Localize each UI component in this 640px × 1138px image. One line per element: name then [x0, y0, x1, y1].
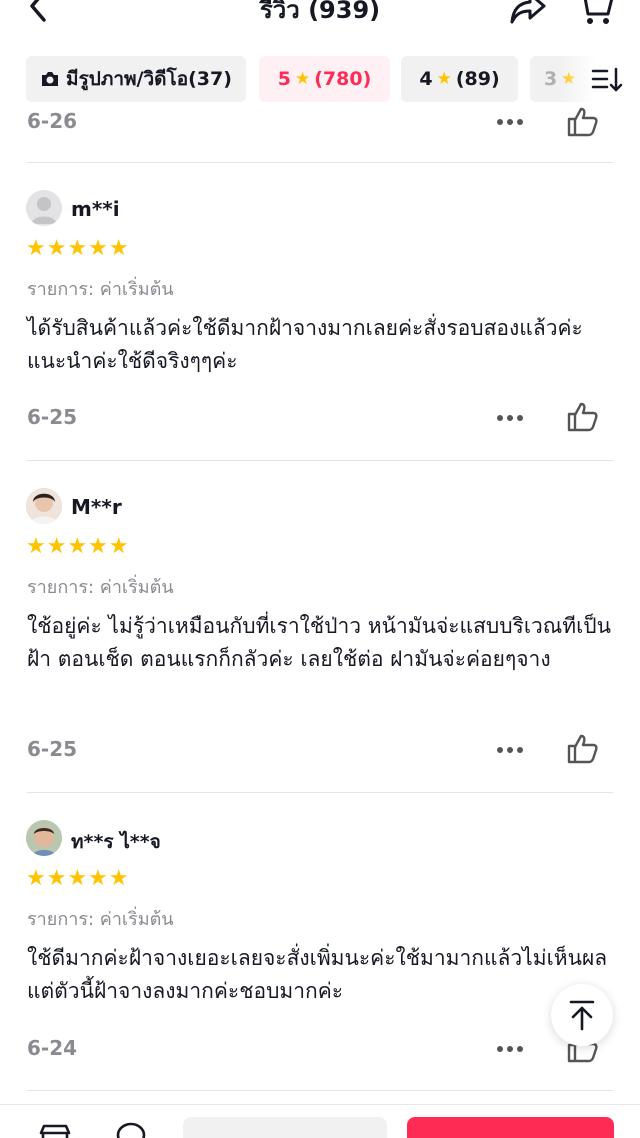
camera-icon [42, 72, 59, 86]
rating-stars: ★★★★★ [26, 534, 130, 559]
sort-icon[interactable] [590, 66, 624, 94]
review-variant: รายการ: ค่าเริ่มต้น [27, 909, 174, 930]
review-date: 6-25 [27, 405, 78, 429]
arrow-up-icon [569, 1000, 595, 1031]
avatar[interactable] [26, 488, 62, 524]
star-icon: ★ [436, 69, 452, 89]
header: รีวิว (939) [0, 0, 640, 30]
share-icon[interactable] [508, 0, 548, 26]
filter-chip-count: (780) [314, 68, 372, 90]
review-list: 6-26 m**i ★★★★★ รายการ: ค่าเริ่มต้น ได้ร… [0, 104, 640, 1104]
more-icon[interactable] [496, 118, 524, 126]
review-date: 6-26 [27, 109, 78, 133]
review-text: ได้รับสินค้าแล้วค่ะใช้ดีมากฝ้าจางมากเลยค… [27, 316, 583, 373]
review-username: M**r [71, 495, 122, 519]
avatar[interactable] [26, 190, 62, 226]
rating-stars: ★★★★★ [26, 236, 130, 261]
like-icon[interactable] [565, 401, 599, 433]
review-text: ใช้อยู่ค่ะ ไม่รู้ว่าเหมือนกับที่เราใช้ป่… [27, 614, 611, 671]
review-date: 6-24 [27, 1036, 78, 1060]
review-username: m**i [71, 197, 120, 221]
filter-chip-count: (89) [455, 68, 500, 90]
like-icon[interactable] [565, 733, 599, 765]
review-variant: รายการ: ค่าเริ่มต้น [27, 279, 174, 300]
like-icon[interactable] [565, 106, 599, 138]
bottom-action-bar [0, 1104, 640, 1138]
back-to-top-button[interactable] [551, 984, 613, 1046]
rating-stars: ★★★★★ [26, 866, 130, 891]
filter-chip-rating: 3 [544, 68, 558, 90]
cart-icon[interactable] [575, 0, 615, 26]
divider [27, 1090, 613, 1091]
review-date: 6-25 [27, 737, 78, 761]
review-text: ใช้ดีมากค่ะฝ้าจางเยอะเลยจะสั่งเพิ่มนะค่ะ… [27, 946, 608, 1003]
filter-chip-label: มีรูปภาพ/วิดีโอ(37) [66, 68, 232, 90]
divider [27, 162, 613, 163]
filter-chip-4-star[interactable]: 4 ★ (89) [401, 56, 518, 102]
filter-chip-rating: 5 [277, 68, 291, 90]
shop-icon[interactable] [38, 1123, 72, 1138]
filter-chip-5-star[interactable]: 5 ★ (780) [259, 56, 390, 102]
more-icon[interactable] [496, 746, 524, 754]
user-photo-icon [26, 820, 62, 856]
filter-chip-media[interactable]: มีรูปภาพ/วิดีโอ(37) [26, 56, 246, 102]
chat-icon[interactable] [114, 1121, 148, 1138]
default-avatar-icon [31, 197, 57, 224]
divider [27, 792, 613, 793]
divider [27, 460, 613, 461]
buy-now-button[interactable] [407, 1117, 614, 1138]
filter-chip-rating: 4 [419, 68, 433, 90]
review-variant: รายการ: ค่าเริ่มต้น [27, 577, 174, 598]
more-icon[interactable] [496, 414, 524, 422]
add-to-cart-button[interactable] [183, 1117, 387, 1138]
avatar[interactable] [26, 820, 62, 856]
more-icon[interactable] [496, 1045, 524, 1053]
user-photo-icon [26, 488, 62, 524]
star-icon: ★ [294, 69, 311, 89]
review-username: ท**ร ไ**จ [71, 831, 161, 853]
filter-bar: มีรูปภาพ/วิดีโอ(37) 5 ★ (780) 4 ★ (89) 3… [0, 54, 640, 104]
